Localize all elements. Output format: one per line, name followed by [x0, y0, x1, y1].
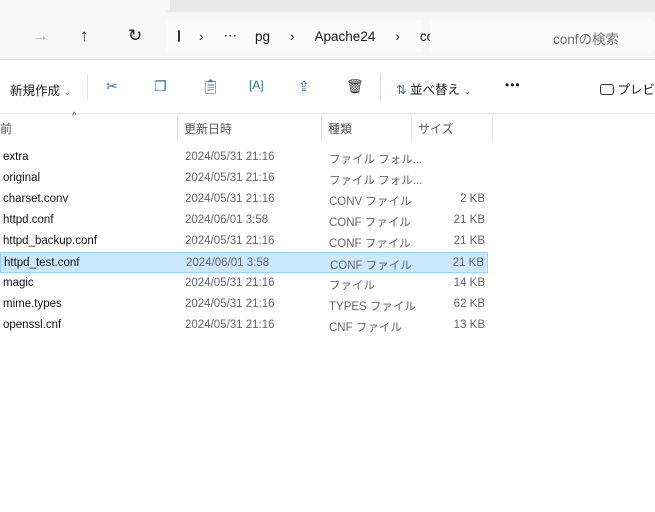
file-size: 2 KB: [460, 193, 485, 205]
breadcrumb-overflow[interactable]: ⋯: [224, 28, 238, 44]
file-date: 2024/06/01 3:58: [186, 257, 270, 269]
preview-pane-icon: [600, 84, 614, 95]
column-header-name[interactable]: 前 ^: [0, 111, 178, 140]
more-options-button[interactable]: •••: [505, 78, 521, 92]
rename-icon[interactable]: [A]: [249, 78, 264, 92]
file-row[interactable]: httpd.conf 2024/06/01 3:58 CONF ファイル 21 KB: [0, 210, 488, 231]
preview-label: プレビュ: [617, 83, 655, 97]
column-label: 前: [0, 122, 13, 136]
column-header-size[interactable]: サイズ: [412, 115, 493, 140]
file-date: 2024/06/01 3:58: [185, 214, 269, 226]
file-date: 2024/05/31 21:16: [185, 235, 275, 247]
file-row[interactable]: extra 2024/05/31 21:16 ファイル フォル...: [0, 147, 488, 168]
file-size: 21 KB: [452, 257, 484, 269]
forward-icon[interactable]: →: [32, 26, 49, 46]
navigation-bar: → ↑ ↻ › ⋯ pg › Apache24 › conf › confの検索: [0, 12, 655, 60]
file-date: 2024/05/31 21:16: [185, 298, 275, 310]
computer-icon[interactable]: [178, 30, 180, 42]
file-row[interactable]: openssl.cnf 2024/05/31 21:16 CNF ファイル 13 KB: [0, 315, 488, 336]
paste-icon[interactable]: 📋︎: [202, 78, 220, 95]
file-type: CONF ファイル: [329, 238, 411, 250]
chevron-down-icon: ⌄: [63, 87, 72, 97]
address-bar[interactable]: › ⋯ pg › Apache24 › conf ›: [166, 20, 472, 52]
file-date: 2024/05/31 21:16: [185, 151, 275, 163]
file-name: httpd.conf: [3, 214, 54, 226]
sort-label: 並べ替え: [409, 83, 460, 97]
file-type: ファイル: [329, 280, 375, 292]
breadcrumb-apache24[interactable]: Apache24: [315, 29, 376, 44]
file-date: 2024/05/31 21:16: [185, 319, 275, 331]
up-icon[interactable]: ↑: [80, 26, 89, 46]
file-type: CONV ファイル: [329, 196, 412, 208]
file-type: TYPES ファイル: [329, 301, 416, 313]
tab-bar: [0, 0, 655, 12]
divider: [380, 74, 381, 100]
chevron-right-icon[interactable]: ›: [290, 29, 295, 44]
file-date: 2024/05/31 21:16: [185, 277, 275, 289]
copy-icon[interactable]: ❐: [154, 78, 167, 95]
column-label: サイズ: [418, 122, 454, 136]
delete-icon[interactable]: 🗑︎: [346, 78, 364, 95]
file-row[interactable]: charset.conv 2024/05/31 21:16 CONV ファイル 2 K…: [0, 189, 488, 210]
chevron-right-icon[interactable]: ›: [395, 29, 400, 44]
cut-icon[interactable]: ✂: [106, 78, 118, 95]
column-header-type[interactable]: 種類: [322, 115, 412, 140]
command-bar: 新規作成 ⌄ ✂ ❐ 📋︎ [A] ⇪ 🗑︎ ⇅ 並べ替え ⌄ ••• プレビュ: [0, 60, 655, 114]
breadcrumb-pg[interactable]: pg: [255, 29, 270, 44]
file-name: extra: [3, 151, 29, 163]
file-row[interactable]: httpd_test.conf 2024/06/01 3:58 CONF ファイル 2…: [0, 252, 488, 273]
tab-conf[interactable]: [0, 0, 170, 12]
new-button[interactable]: 新規作成 ⌄: [10, 80, 71, 99]
file-size: 13 KB: [453, 319, 485, 331]
file-name: openssl.cnf: [3, 319, 62, 331]
file-name: magic: [3, 277, 34, 289]
file-date: 2024/05/31 21:16: [185, 193, 275, 205]
file-row[interactable]: original 2024/05/31 21:16 ファイル フォル...: [0, 168, 488, 189]
chevron-right-icon[interactable]: ›: [199, 29, 204, 44]
share-icon[interactable]: ⇪: [298, 78, 310, 95]
file-row[interactable]: httpd_backup.conf 2024/05/31 21:16 CONF ファ…: [0, 231, 488, 252]
file-date: 2024/05/31 21:16: [185, 172, 275, 184]
file-type: CNF ファイル: [329, 322, 402, 334]
sort-ascending-icon: ^: [72, 111, 77, 122]
file-size: 62 KB: [453, 298, 485, 310]
file-name: original: [3, 172, 41, 184]
file-row[interactable]: mime.types 2024/05/31 21:16 TYPES ファイル 62 K…: [0, 294, 488, 315]
file-type: ファイル フォル...: [329, 175, 423, 187]
search-input[interactable]: confの検索: [430, 20, 655, 52]
column-header-date[interactable]: 更新日時: [178, 115, 322, 140]
file-size: 14 KB: [453, 277, 485, 289]
file-row[interactable]: magic 2024/05/31 21:16 ファイル 14 KB: [0, 273, 488, 294]
column-label: 種類: [328, 122, 353, 136]
file-name: httpd_backup.conf: [3, 235, 97, 247]
file-name: charset.conv: [3, 193, 69, 205]
column-label: 更新日時: [184, 122, 233, 136]
file-type: CONF ファイル: [329, 217, 411, 229]
file-name: mime.types: [3, 298, 62, 310]
chevron-down-icon: ⌄: [463, 86, 472, 96]
sort-icon: ⇅: [396, 83, 407, 97]
file-type: CONF ファイル: [330, 260, 412, 272]
divider: [87, 74, 88, 100]
file-name: httpd_test.conf: [4, 257, 80, 269]
file-size: 21 KB: [453, 235, 485, 247]
preview-button[interactable]: プレビュ: [600, 79, 655, 98]
file-size: 21 KB: [453, 214, 485, 226]
new-label: 新規作成: [10, 84, 61, 98]
sort-button[interactable]: ⇅ 並べ替え ⌄: [396, 79, 471, 98]
refresh-icon[interactable]: ↻: [128, 26, 142, 46]
file-type: ファイル フォル...: [329, 154, 423, 166]
